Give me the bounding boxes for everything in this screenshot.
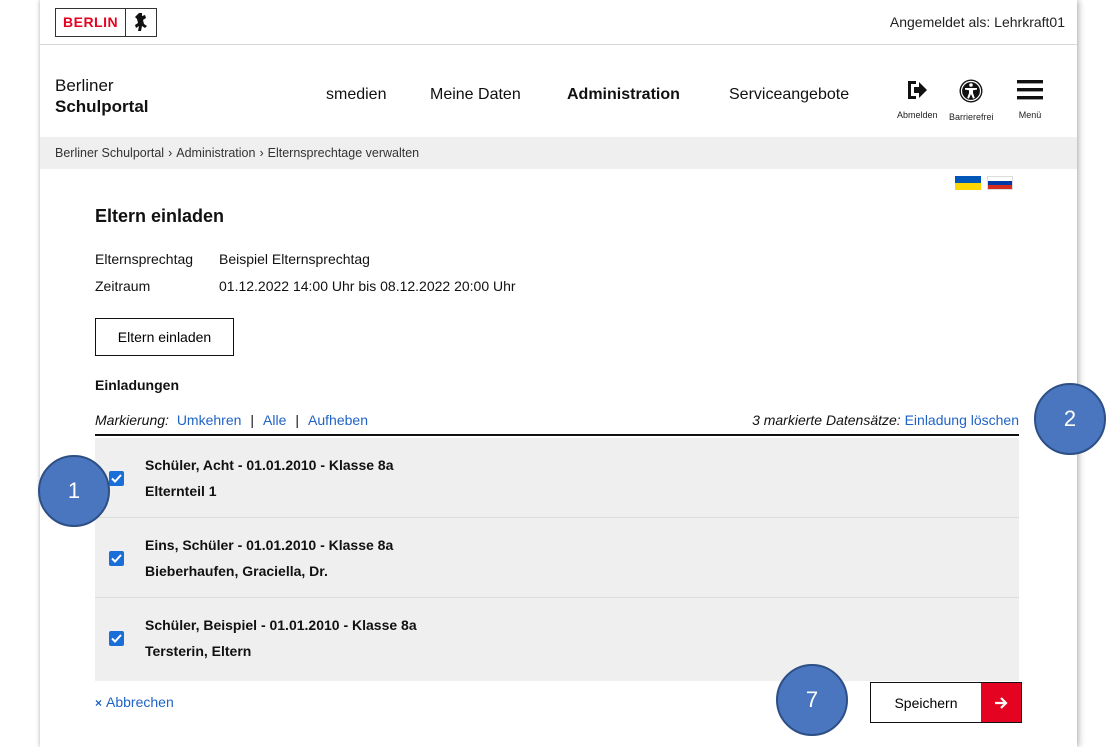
info-value: 01.12.2022 14:00 Uhr bis 08.12.2022 20:0… <box>219 278 516 294</box>
selected-count: 3 markierte Datensätze: <box>752 412 901 428</box>
delete-invitation-link[interactable]: Einladung löschen <box>905 412 1019 428</box>
nav-item-meine-daten[interactable]: Meine Daten <box>430 86 521 104</box>
page-title: Eltern einladen <box>95 206 225 226</box>
accessibility-icon <box>959 79 983 108</box>
portal-brand[interactable]: Berliner Schulportal <box>55 75 149 117</box>
row-checkbox[interactable] <box>109 631 124 646</box>
brand-line1: Berliner <box>55 76 114 95</box>
cancel-label: Abbrechen <box>106 694 174 710</box>
checkmark-icon <box>111 554 122 563</box>
student-line: Schüler, Beispiel - 01.01.2010 - Klasse … <box>145 617 417 633</box>
ukraine-flag[interactable] <box>955 176 981 190</box>
arrow-right-icon <box>981 683 1021 722</box>
nav-item-smedien[interactable]: smedien <box>326 86 386 104</box>
invert-selection-link[interactable]: Umkehren <box>177 412 242 428</box>
save-button[interactable]: Speichern <box>870 682 1022 723</box>
breadcrumb-separator: › <box>168 146 173 160</box>
brand-line2: Schulportal <box>55 97 149 116</box>
accessibility-label: Barrierefrei <box>949 112 994 122</box>
menu-button[interactable]: Menü <box>1017 79 1043 120</box>
save-label: Speichern <box>894 694 958 711</box>
logout-icon <box>906 79 928 106</box>
info-label: Elternsprechtag <box>95 251 194 267</box>
nav-item-serviceangebote[interactable]: Serviceangebote <box>729 86 849 104</box>
berlin-logo[interactable]: BERLIN <box>55 7 158 37</box>
clear-selection-link[interactable]: Aufheben <box>308 412 368 428</box>
language-flags <box>955 176 1013 190</box>
invitation-list: Schüler, Acht - 01.01.2010 - Klasse 8a E… <box>95 438 1019 681</box>
info-row-sprechtag: Elternsprechtag Beispiel Elternsprechtag <box>95 251 370 267</box>
logout-label: Abmelden <box>897 110 938 120</box>
parent-line: Bieberhaufen, Graciella, Dr. <box>145 563 328 579</box>
portal-window: BERLIN Angemeldet als: Lehrkraft01 Berli… <box>40 0 1077 747</box>
parent-line: Elternteil 1 <box>145 483 217 499</box>
accessibility-button[interactable]: Barrierefrei <box>949 79 994 122</box>
checkmark-icon <box>111 634 122 643</box>
callout-7: 7 <box>776 664 848 736</box>
russia-flag[interactable] <box>987 176 1013 190</box>
select-all-link[interactable]: Alle <box>263 412 286 428</box>
bear-icon <box>125 8 156 36</box>
marking-label: Markierung: <box>95 412 169 428</box>
breadcrumb-separator: › <box>259 146 264 160</box>
info-label: Zeitraum <box>95 278 151 294</box>
marking-toolbar: Markierung: Umkehren | Alle | Aufheben 3 mar… <box>95 410 1019 436</box>
breadcrumb: Berliner Schulportal › Administration › … <box>40 137 1077 169</box>
row-checkbox[interactable] <box>109 471 124 486</box>
logo-text: BERLIN <box>63 14 119 30</box>
top-bar: BERLIN Angemeldet als: Lehrkraft01 <box>40 0 1077 44</box>
main-header: Berliner Schulportal smedien Meine Daten… <box>40 44 1077 136</box>
list-item: Eins, Schüler - 01.01.2010 - Klasse 8a B… <box>95 518 1019 598</box>
nav-item-administration[interactable]: Administration <box>567 86 680 104</box>
close-icon: × <box>95 696 103 710</box>
parent-line: Tersterin, Eltern <box>145 643 252 659</box>
list-item: Schüler, Acht - 01.01.2010 - Klasse 8a E… <box>95 438 1019 518</box>
checkmark-icon <box>111 474 122 483</box>
callout-2: 2 <box>1034 383 1106 455</box>
breadcrumb-item-home[interactable]: Berliner Schulportal <box>55 146 164 160</box>
logged-in-status: Angemeldet als: Lehrkraft01 <box>889 14 1065 30</box>
student-line: Schüler, Acht - 01.01.2010 - Klasse 8a <box>145 457 394 473</box>
info-value: Beispiel Elternsprechtag <box>219 251 370 267</box>
cancel-link[interactable]: × Abbrechen <box>95 694 174 710</box>
student-line: Eins, Schüler - 01.01.2010 - Klasse 8a <box>145 537 394 553</box>
callout-1: 1 <box>38 455 110 527</box>
breadcrumb-item-current: Elternsprechtage verwalten <box>267 146 420 160</box>
separator: | <box>250 412 255 428</box>
breadcrumb-item-administration[interactable]: Administration <box>176 146 255 160</box>
invite-parents-button[interactable]: Eltern einladen <box>95 318 234 356</box>
invitations-heading: Einladungen <box>95 377 179 393</box>
menu-label: Menü <box>1018 110 1042 120</box>
hamburger-menu-icon <box>1017 79 1043 106</box>
list-item: Schüler, Beispiel - 01.01.2010 - Klasse … <box>95 598 1019 681</box>
info-row-zeitraum: Zeitraum 01.12.2022 14:00 Uhr bis 08.12.2… <box>95 278 516 294</box>
logout-button[interactable]: Abmelden <box>897 79 938 120</box>
separator: | <box>295 412 300 428</box>
row-checkbox[interactable] <box>109 551 124 566</box>
